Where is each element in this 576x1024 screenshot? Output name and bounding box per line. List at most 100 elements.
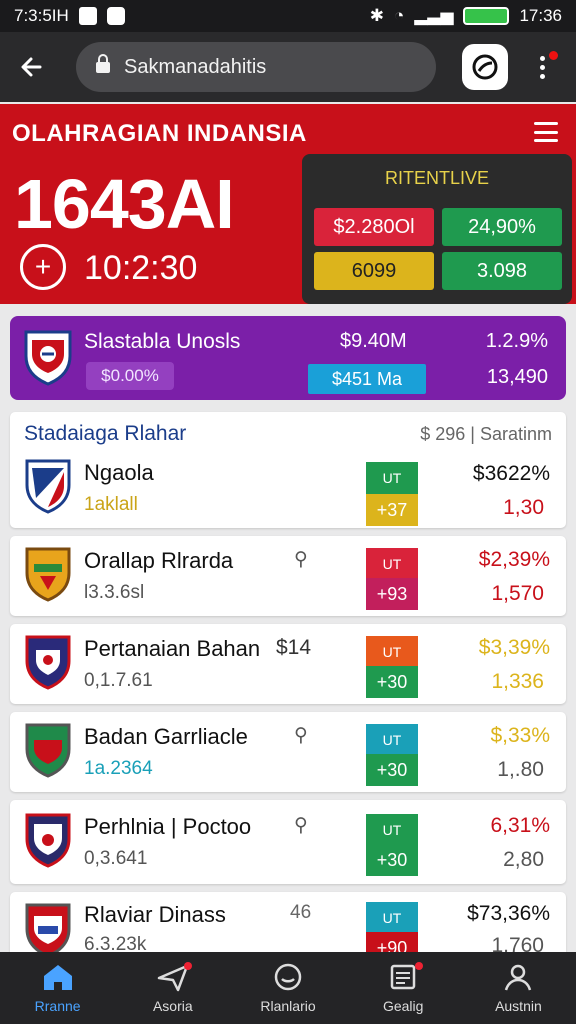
more-options-icon[interactable] bbox=[530, 47, 558, 87]
ut-badge[interactable]: UT bbox=[366, 724, 418, 756]
list-card[interactable]: Pertanaian Bahan $14 0,1.7.61 UT +30 $3,… bbox=[10, 624, 566, 704]
list-card[interactable]: Badan Garrliacle ⚲ 1a.2364 UT +30 $,33% … bbox=[10, 712, 566, 792]
odds-badge[interactable]: +30 bbox=[366, 666, 418, 698]
team-crest-icon bbox=[25, 459, 71, 514]
odds-badge[interactable]: +93 bbox=[366, 578, 418, 610]
nav-label: Rlanlario bbox=[260, 998, 316, 1014]
ut-badge[interactable]: UT bbox=[366, 636, 418, 668]
team-name: Pertanaian Bahan bbox=[84, 636, 261, 661]
hero-score: 1643AI bbox=[14, 165, 235, 243]
team-sub: 0,3.641 bbox=[84, 848, 148, 869]
nav-label: Gealig bbox=[382, 998, 424, 1014]
team-name: Perhlnia | Poctoo bbox=[84, 814, 252, 839]
odds-badge[interactable]: +37 bbox=[366, 494, 418, 526]
back-arrow-icon[interactable] bbox=[12, 47, 52, 87]
team-name: Ngaola bbox=[84, 460, 154, 485]
wifi-icon: ◔ bbox=[393, 6, 405, 25]
odds-badge[interactable]: +30 bbox=[366, 754, 418, 786]
live-cell[interactable]: $2.280Ol bbox=[314, 208, 434, 246]
nav-explore[interactable]: Asoria bbox=[115, 952, 230, 1024]
list-card[interactable]: Perhlnia | Poctoo ⚲ 0,3.641 UT +30 6,31%… bbox=[10, 800, 566, 884]
nav-label: Austnin bbox=[495, 998, 542, 1014]
live-cell[interactable]: 3.098 bbox=[442, 252, 562, 290]
pin-icon[interactable]: ⚲ bbox=[294, 814, 308, 837]
featured-team-name: Slastabla Unosls bbox=[84, 330, 241, 353]
row-value: 1,30 bbox=[503, 496, 544, 519]
ut-badge[interactable]: UT bbox=[366, 902, 418, 934]
featured-total: 13,490 bbox=[486, 366, 548, 388]
team-crest-icon bbox=[24, 330, 72, 386]
team-name: Rlaviar Dinass bbox=[84, 902, 226, 927]
home-icon bbox=[43, 965, 72, 990]
address-bar[interactable]: Sakmanadahitis bbox=[76, 42, 436, 92]
featured-value: $9.40M bbox=[340, 330, 407, 352]
status-time: 7:3:5ΙΗ bbox=[14, 6, 69, 25]
nav-label: Asoria bbox=[152, 998, 193, 1014]
row-value: 1,570 bbox=[491, 582, 544, 605]
hero-time: 10:2:30 bbox=[84, 249, 198, 287]
bottom-nav: Rranne Asoria Rlanlario Gealig Austnin bbox=[0, 952, 576, 1024]
team-crest-icon bbox=[25, 547, 71, 602]
team-name: Badan Garrliacle bbox=[84, 724, 248, 749]
add-button[interactable]: + bbox=[20, 244, 66, 290]
section-meta: $ 296 | Saratinm bbox=[420, 424, 552, 444]
list-card[interactable]: Stadaiaga Rlahar $ 296 | Saratinm Ngaola… bbox=[10, 412, 566, 528]
ut-badge[interactable]: UT bbox=[366, 462, 418, 494]
row-mid-value: $14 bbox=[276, 636, 312, 659]
row-value: 1,.80 bbox=[497, 758, 544, 781]
row-value: 2,80 bbox=[503, 848, 544, 871]
app-notification-icon bbox=[106, 7, 125, 25]
status-clock: 17:36 bbox=[519, 6, 562, 25]
user-icon bbox=[505, 964, 532, 991]
team-crest-icon bbox=[25, 813, 71, 868]
smile-icon bbox=[274, 963, 302, 991]
nav-label: Rranne bbox=[34, 998, 81, 1014]
notification-dot bbox=[414, 962, 423, 970]
team-sub: 1a.2364 bbox=[84, 758, 153, 779]
ut-badge[interactable]: UT bbox=[366, 548, 418, 580]
team-sub: l3.3.6sl bbox=[84, 582, 145, 603]
pin-icon[interactable]: ⚲ bbox=[294, 724, 308, 747]
row-percent: $3,39% bbox=[478, 636, 550, 659]
bluetooth-icon: ✱ bbox=[369, 6, 384, 25]
notification-icon bbox=[78, 7, 97, 25]
live-cell[interactable]: 24,90% bbox=[442, 208, 562, 246]
lock-icon bbox=[94, 54, 112, 80]
notification-dot bbox=[549, 51, 558, 60]
featured-team-banner[interactable]: Slastabla Unosls $0.00% $9.40M 1.2.9% $4… bbox=[10, 316, 566, 400]
pin-icon[interactable]: ⚲ bbox=[294, 548, 308, 571]
notification-dot bbox=[184, 962, 193, 970]
nav-home[interactable]: Rranne bbox=[0, 952, 115, 1024]
row-value: 1,336 bbox=[491, 670, 544, 693]
nav-account[interactable]: Austnin bbox=[461, 952, 576, 1024]
nav-calendar[interactable]: Rlanlario bbox=[230, 952, 345, 1024]
row-percent: $73,36% bbox=[467, 902, 550, 925]
featured-percent: 1.2.9% bbox=[485, 330, 548, 352]
hamburger-menu-icon[interactable] bbox=[534, 122, 558, 142]
team-crest-icon bbox=[25, 635, 71, 690]
ut-badge[interactable]: UT bbox=[366, 814, 418, 846]
nav-notes[interactable]: Gealig bbox=[346, 952, 461, 1024]
row-percent: $2,39% bbox=[478, 548, 550, 571]
list-card[interactable]: Orallap Rlrarda ⚲ l3.3.6sl UT +93 $2,39%… bbox=[10, 536, 566, 616]
team-name: Orallap Rlrarda bbox=[84, 548, 234, 573]
row-mid-value: 46 bbox=[290, 902, 312, 923]
row-percent: 6,31% bbox=[490, 814, 550, 837]
team-sub: 1aklall bbox=[84, 494, 138, 515]
row-percent: $3622% bbox=[472, 462, 550, 485]
odds-badge[interactable]: +30 bbox=[366, 844, 418, 876]
signal-icon: ▂▃▅ bbox=[414, 6, 454, 25]
live-cell[interactable]: 6099 bbox=[314, 252, 434, 290]
team-sub: 0,1.7.61 bbox=[84, 670, 153, 691]
featured-percent-pill: $0.00% bbox=[86, 362, 174, 390]
page-title: OLAHRAGIAN INDANSIA bbox=[12, 120, 307, 147]
hero-banner: OLAHRAGIAN INDANSIA 1643AI + 10:2:30 RIT… bbox=[0, 104, 576, 304]
featured-odds-button[interactable]: $451 Ma bbox=[308, 364, 426, 394]
live-panel: RITENTLIVE $2.280Ol 24,90% 6099 3.098 bbox=[302, 154, 572, 304]
status-bar: 7:3:5ΙΗ ✱ ◔ ▂▃▅ 17:36 bbox=[0, 0, 576, 32]
section-title: Stadaiaga Rlahar bbox=[24, 422, 187, 445]
battery-icon bbox=[463, 7, 510, 25]
row-percent: $,33% bbox=[490, 724, 550, 747]
url-text: Sakmanadahitis bbox=[124, 55, 267, 78]
extension-icon[interactable] bbox=[462, 44, 508, 90]
